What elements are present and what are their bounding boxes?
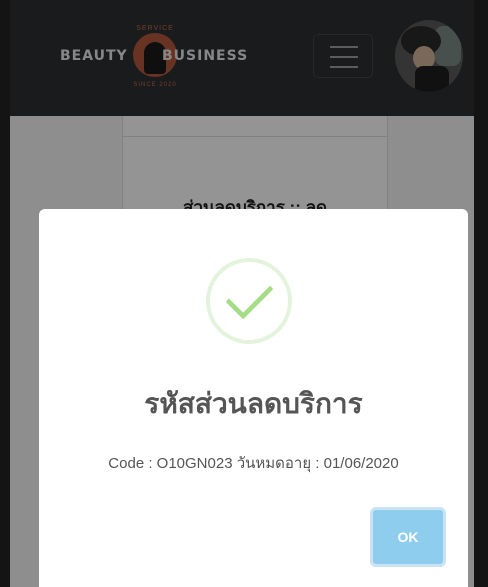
checkmark-icon bbox=[225, 271, 274, 320]
success-icon-ring bbox=[206, 258, 292, 344]
ok-button[interactable]: OK bbox=[370, 507, 446, 567]
dialog-title: รหัสส่วนลดบริการ bbox=[144, 388, 363, 419]
success-dialog: รหัสส่วนลดบริการ Code : O10GN023 วันหมดอ… bbox=[39, 209, 468, 587]
app-frame: SERVICE BEAUTY BUSINESS SINCE 2020 ส่วนล… bbox=[0, 0, 488, 587]
dialog-message: Code : O10GN023 วันหมดอายุ : 01/06/2020 bbox=[108, 455, 399, 472]
